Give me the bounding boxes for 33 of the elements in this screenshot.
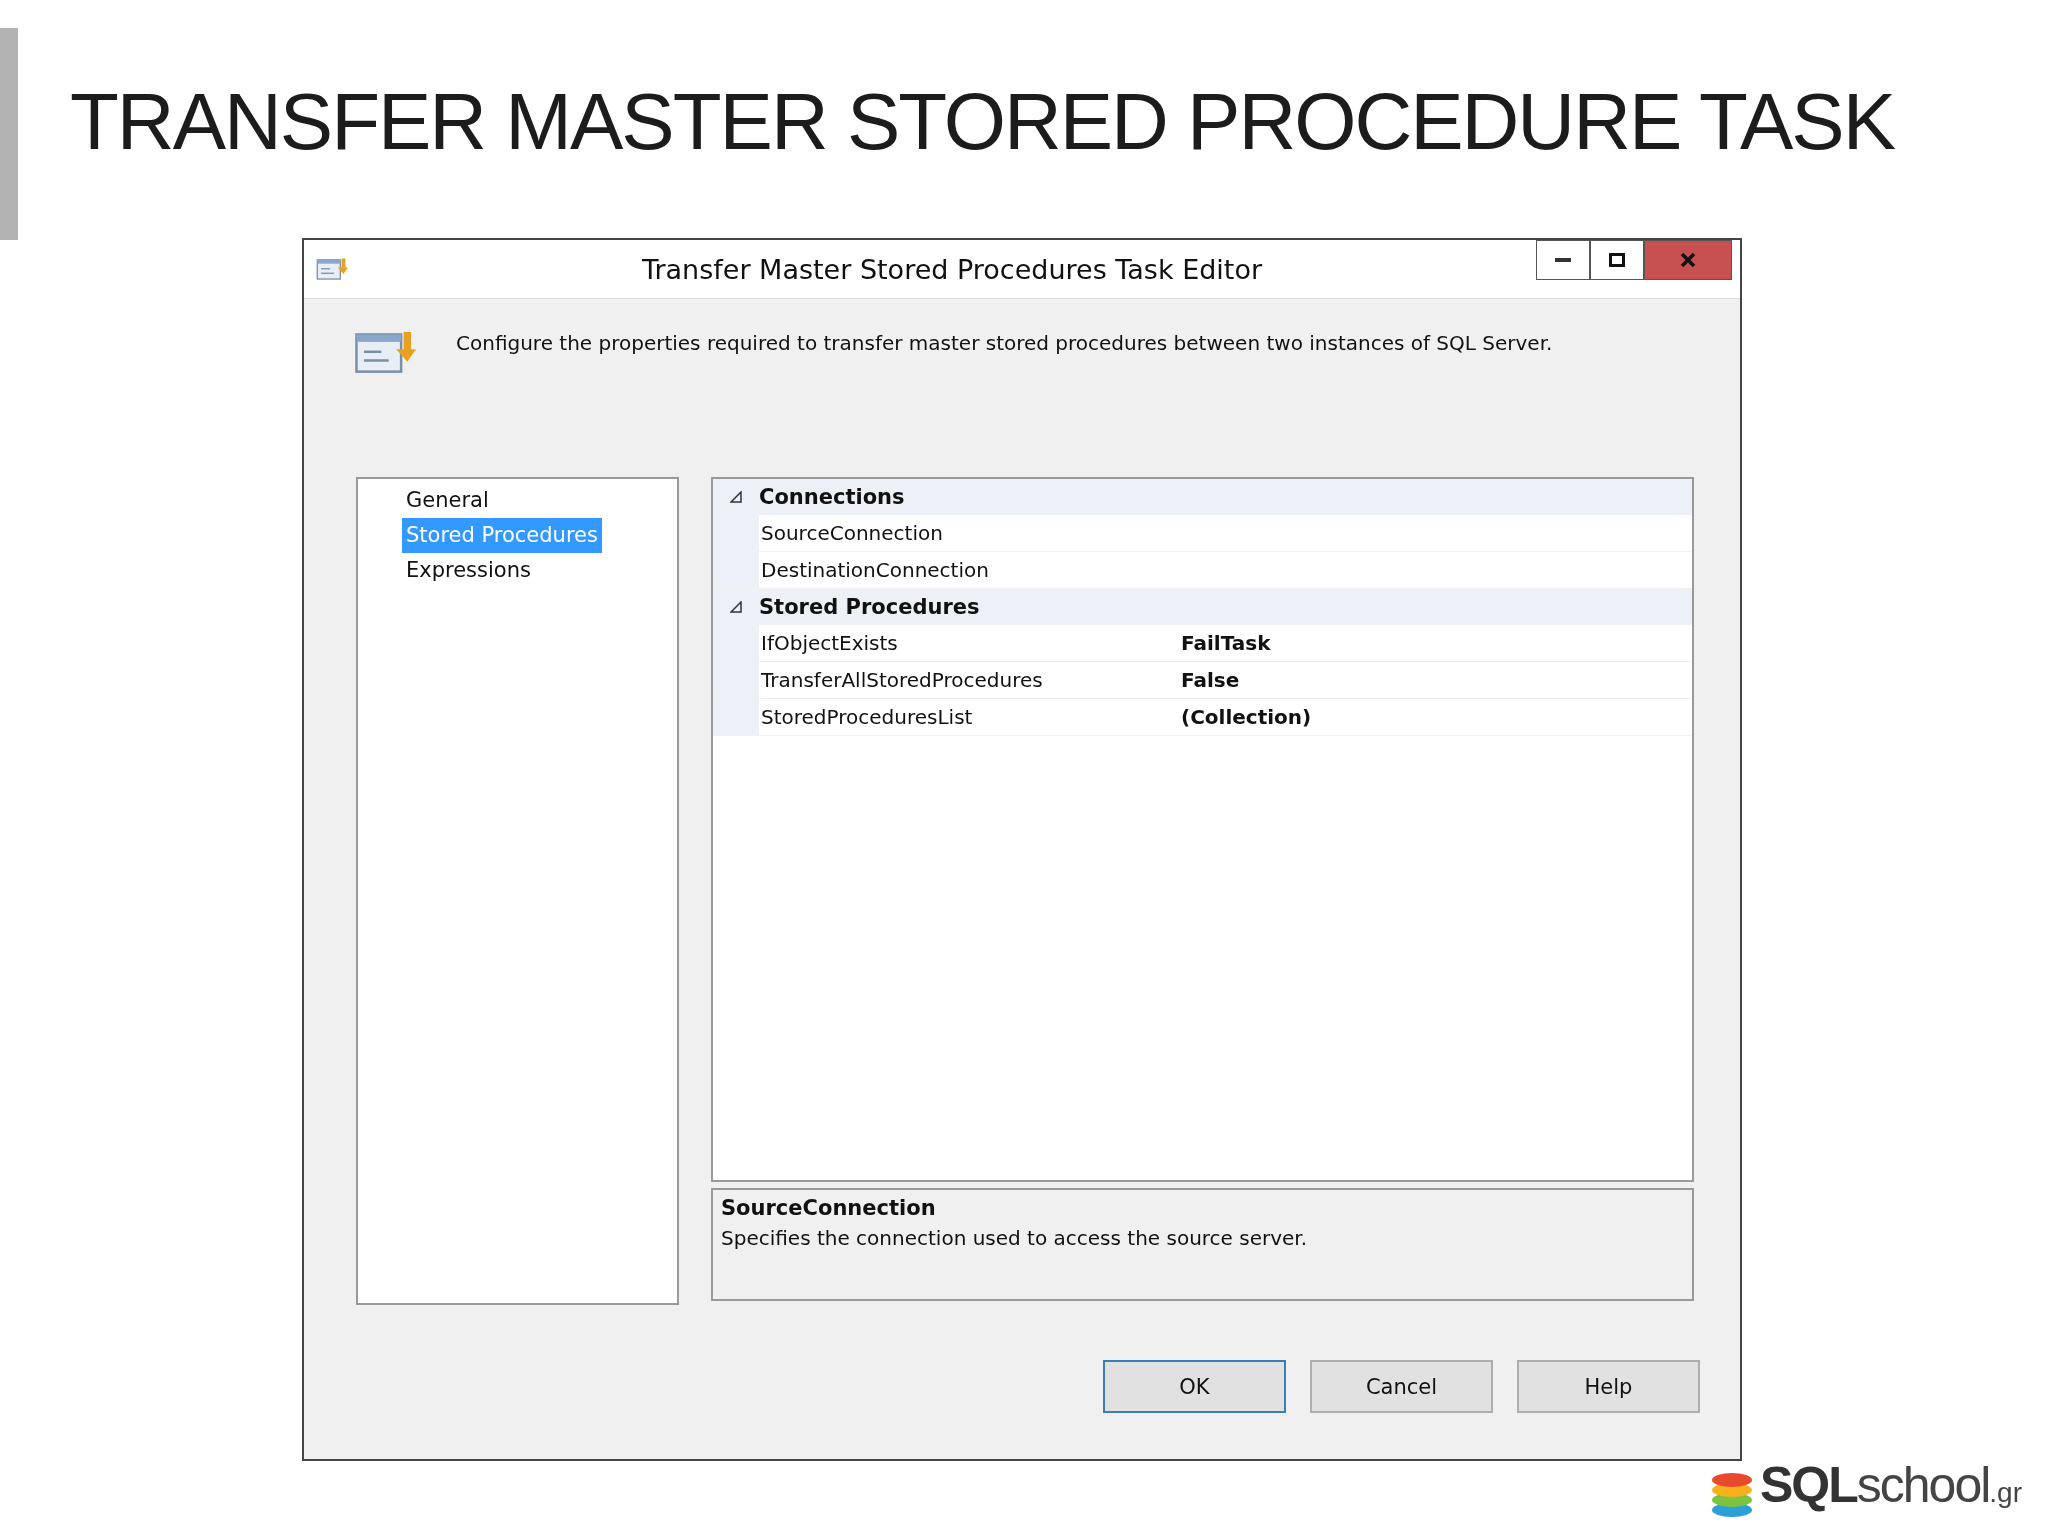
page-list-item[interactable]: General [402, 483, 493, 518]
collapse-triangle-icon[interactable] [730, 491, 742, 503]
property-name[interactable]: StoredProceduresList [759, 705, 1181, 729]
minimize-button[interactable] [1536, 240, 1590, 280]
category-name: Stored Procedures [759, 595, 980, 619]
minimize-icon [1555, 258, 1571, 262]
stacked-disks-icon [1710, 1470, 1754, 1518]
category-row[interactable]: Connections [713, 479, 1692, 515]
property-name[interactable]: SourceConnection [759, 521, 1181, 545]
close-icon [1680, 252, 1696, 268]
page-list-item[interactable]: Expressions [402, 553, 535, 588]
property-value[interactable]: (Collection) [1181, 705, 1312, 729]
dialog-button[interactable]: OK [1103, 1360, 1286, 1413]
description-text: Configure the properties required to transfer master stored procedures between two instances of SQL Server. [456, 331, 1553, 355]
collapse-triangle-icon[interactable] [730, 601, 742, 613]
window-title: Transfer Master Stored Procedures Task Editor [640, 253, 1264, 285]
dialog-button[interactable]: Help [1517, 1360, 1700, 1413]
property-name[interactable]: DestinationConnection [759, 558, 1181, 582]
task-icon [316, 256, 348, 282]
close-button[interactable] [1644, 240, 1732, 280]
category-name: Connections [759, 485, 905, 509]
dialog-button[interactable]: Cancel [1310, 1360, 1493, 1413]
property-name[interactable]: IfObjectExists [759, 631, 1181, 655]
property-value[interactable]: False [1181, 668, 1240, 692]
logo-text: SQLschool.gr [1760, 1460, 2022, 1515]
category-row[interactable]: Stored Procedures [713, 589, 1692, 625]
help-text: Specifies the connection used to access the source server. [721, 1226, 1309, 1250]
maximize-button[interactable] [1590, 240, 1644, 280]
slide-title: TRANSFER MASTER STORED PROCEDURE TASK [70, 76, 1896, 168]
maximize-icon [1609, 253, 1625, 267]
help-title: SourceConnection [721, 1196, 937, 1220]
property-name[interactable]: TransferAllStoredProcedures [759, 668, 1181, 692]
property-value[interactable]: FailTask [1181, 631, 1271, 655]
